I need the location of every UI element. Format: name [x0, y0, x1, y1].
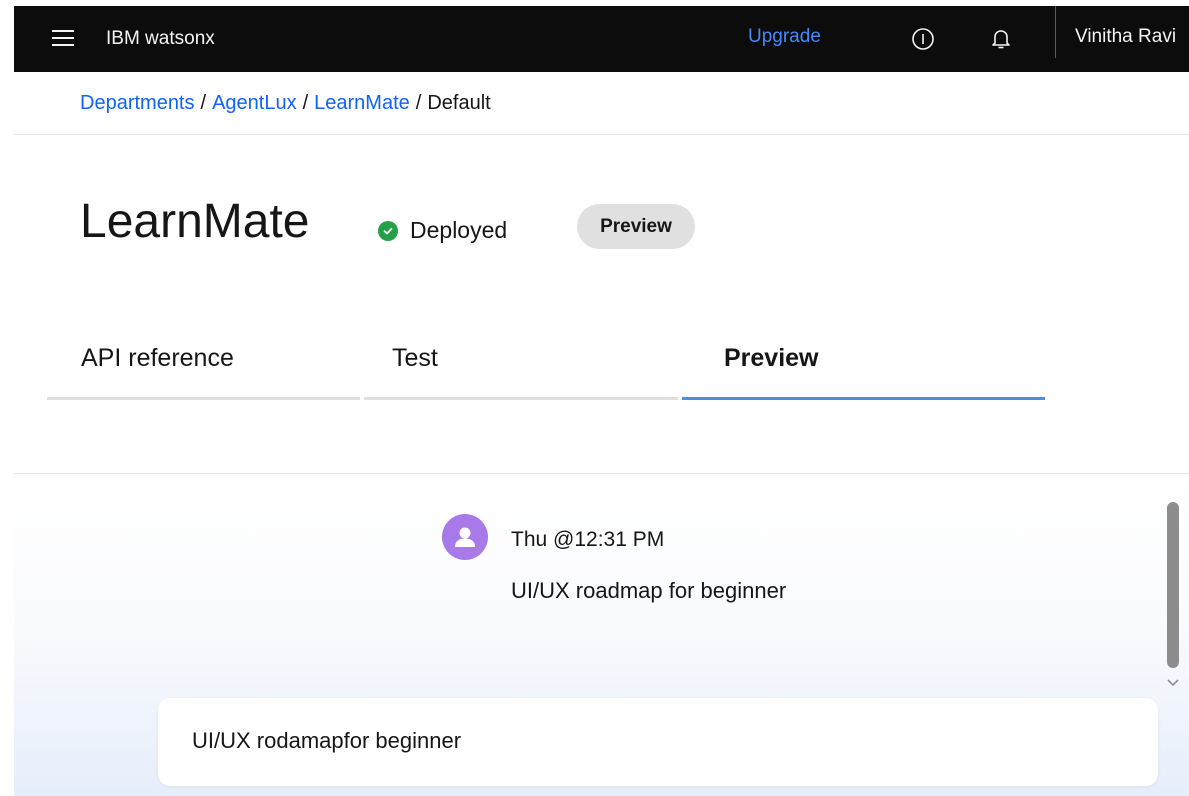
upgrade-link[interactable]: Upgrade [748, 26, 821, 48]
tab-api-reference[interactable]: API reference [47, 340, 360, 400]
tab-label: Preview [724, 344, 819, 372]
user-avatar-icon [442, 514, 488, 560]
brand-name: IBM watsonx [106, 28, 215, 49]
user-name[interactable]: Vinitha Ravi [1075, 26, 1176, 48]
hamburger-menu-icon[interactable] [52, 30, 74, 48]
breadcrumb-separator: / [200, 92, 207, 114]
chat-input[interactable]: UI/UX rodamapfor beginner [158, 698, 1158, 786]
top-navigation-bar: IBM watsonx Upgrade Vinitha Ravi [14, 6, 1189, 72]
chat-input-value: UI/UX rodamapfor beginner [192, 728, 462, 753]
header-divider-line [14, 134, 1189, 135]
tab-label: Test [392, 344, 438, 372]
bell-icon[interactable] [988, 26, 1014, 52]
message-timestamp: Thu @12:31 PM [511, 528, 665, 551]
header-divider [1055, 6, 1056, 58]
page-title: LearnMate [80, 195, 310, 248]
deployment-status: Deployed [378, 217, 507, 244]
breadcrumb-item-departments[interactable]: Departments [80, 92, 195, 114]
message-text: UI/UX roadmap for beginner [511, 578, 787, 603]
breadcrumb-item-default: Default [427, 92, 491, 114]
tab-label: API reference [81, 344, 234, 372]
breadcrumb-item-agentlux[interactable]: AgentLux [212, 92, 297, 114]
tab-underline [364, 397, 678, 400]
breadcrumb-separator: / [415, 92, 422, 114]
tab-preview[interactable]: Preview [682, 340, 1045, 400]
tab-test[interactable]: Test [364, 340, 678, 400]
tab-underline [47, 397, 360, 400]
info-icon[interactable] [910, 26, 936, 52]
breadcrumb: Departments / AgentLux / LearnMate / Default [80, 92, 491, 115]
check-circle-icon [378, 220, 398, 241]
status-label: Deployed [410, 217, 508, 243]
tab-active-underline [682, 397, 1045, 400]
chat-scrollbar[interactable] [1167, 502, 1179, 668]
breadcrumb-item-learnmate[interactable]: LearnMate [314, 92, 410, 114]
preview-badge: Preview [577, 204, 695, 249]
chevron-down-icon[interactable] [1166, 676, 1180, 688]
breadcrumb-separator: / [302, 92, 309, 114]
